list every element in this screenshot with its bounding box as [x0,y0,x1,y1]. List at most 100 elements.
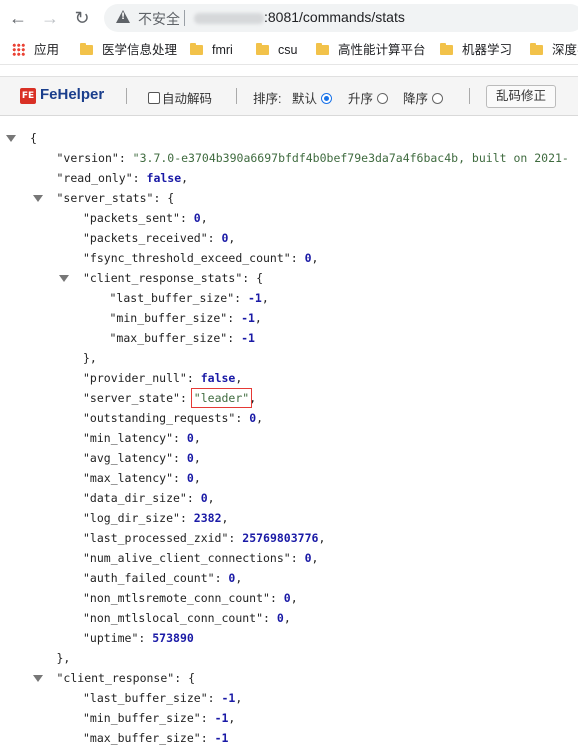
json-value: 0 [186,431,194,445]
json-line: "max_buffer_size": -1 [110,328,255,348]
bookmark-medical[interactable]: 医学信息处理 [80,41,177,59]
bookmark-fmri[interactable]: fmri [190,41,233,59]
json-key: "num_alive_client_connections" [83,551,291,565]
json-line: "auth_failed_count": 0, [83,568,242,588]
json-line: }, [57,648,71,668]
json-colon: : [200,711,215,725]
json-line: "max_buffer_size": -1 [83,728,228,748]
warning-icon [116,10,130,23]
address-bar[interactable]: 不安全 :8081/commands/stats [104,4,578,32]
json-key: "last_buffer_size" [109,291,235,305]
json-key: "outstanding_requests" [83,411,236,425]
json-line: "min_buffer_size": -1, [83,708,235,728]
json-value: 573890 [152,631,194,645]
back-arrow-icon[interactable]: ← [8,8,28,28]
json-line: "non_mtlslocal_conn_count": 0, [83,608,291,628]
collapse-toggle-icon[interactable] [59,275,69,282]
toolbar-divider [469,88,470,104]
json-colon: : [173,451,187,465]
json-line: "server_state": "leader", [83,388,256,408]
reload-icon[interactable]: ↻ [72,8,92,28]
json-line: { [30,128,37,148]
json-key: "packets_sent" [83,211,180,225]
json-key: "log_dir_size" [83,511,180,525]
json-value: 25769803776 [242,531,319,545]
json-colon: : [173,431,187,445]
json-comma: , [193,451,201,465]
json-value: 0 [193,211,201,225]
json-colon: : [138,631,153,645]
json-line: "client_response": { [57,668,196,688]
json-comma: , [200,211,208,225]
json-key: "non_mtlslocal_conn_count" [83,611,264,625]
collapse-toggle-icon[interactable] [6,135,16,142]
bookmarks-bar: 应用 医学信息处理 fmri csu 高性能计算平台 机器学习 深度学 [0,36,578,65]
json-comma: , [193,471,201,485]
sort-desc-radio[interactable]: 降序 [403,88,444,107]
fix-encoding-button[interactable]: 乱码修正 [486,85,556,108]
json-brace: { [167,191,175,205]
json-key: "max_latency" [83,471,174,485]
json-colon: : [234,291,248,305]
json-line: "min_buffer_size": -1, [110,308,262,328]
radio-selected-icon [321,93,333,104]
url-text: :8081/commands/stats [264,9,405,25]
insecure-label: 不安全 [138,11,180,27]
json-key: "auth_failed_count" [83,571,215,585]
json-colon: : [118,151,133,165]
json-key: "uptime" [83,631,139,645]
json-value: -1 [247,291,262,305]
bookmark-csu[interactable]: csu [256,41,297,59]
forward-arrow-icon[interactable]: → [40,8,60,28]
json-value: 0 [186,471,194,485]
bookmark-ml[interactable]: 机器学习 [440,41,512,59]
json-colon: : [132,171,147,185]
json-comma: , [261,291,269,305]
fehelper-title: FeHelper [40,86,105,103]
sort-asc-radio[interactable]: 升序 [348,88,389,107]
json-line: "outstanding_requests": 0, [83,408,263,428]
json-value: -1 [214,711,229,725]
json-comma: , [235,691,243,705]
json-value: 0 [304,251,312,265]
json-colon: : [290,551,305,565]
collapse-toggle-icon[interactable] [32,675,43,682]
auto-decode-checkbox[interactable]: 自动解码 [148,88,212,107]
json-comma: , [283,611,291,625]
json-brace: { [256,271,264,285]
json-colon: : [207,691,222,705]
json-colon: : [179,211,194,225]
json-value: 2382 [193,511,222,525]
json-comma: , [256,411,264,425]
bookmark-hpc[interactable]: 高性能计算平台 [316,41,426,59]
json-colon: : [179,391,194,405]
json-comma: , [235,371,243,385]
json-value: -1 [214,731,229,745]
json-comma: , [193,431,201,445]
sort-default-radio[interactable]: 默认 [292,88,333,107]
json-key: "max_buffer_size" [83,731,201,745]
json-line: "packets_received": 0, [83,228,235,248]
json-comma: , [249,391,257,405]
folder-icon [256,43,269,55]
json-comma: , [181,171,189,185]
collapse-toggle-icon[interactable] [32,195,43,202]
bookmark-dl[interactable]: 深度学 [530,41,578,59]
json-colon: : [290,251,305,265]
json-colon: : [153,191,168,205]
json-colon: : [186,371,201,385]
json-comma: , [290,591,298,605]
json-colon: : [235,411,250,425]
json-line: "provider_null": false, [83,368,242,388]
toolbar-divider [236,88,237,104]
radio-icon [432,93,444,104]
folder-icon [530,43,543,55]
bookmark-apps[interactable]: 应用 [12,41,59,59]
fehelper-logo-icon: FE [20,88,36,104]
json-key: "last_buffer_size" [83,691,208,705]
json-colon: : [186,491,201,505]
address-divider [184,10,185,26]
json-comma: , [207,491,215,505]
blurred-host [194,13,264,24]
fehelper-toolbar: FE FeHelper 自动解码 排序: 默认 升序 降序 乱码修正 [0,76,578,116]
